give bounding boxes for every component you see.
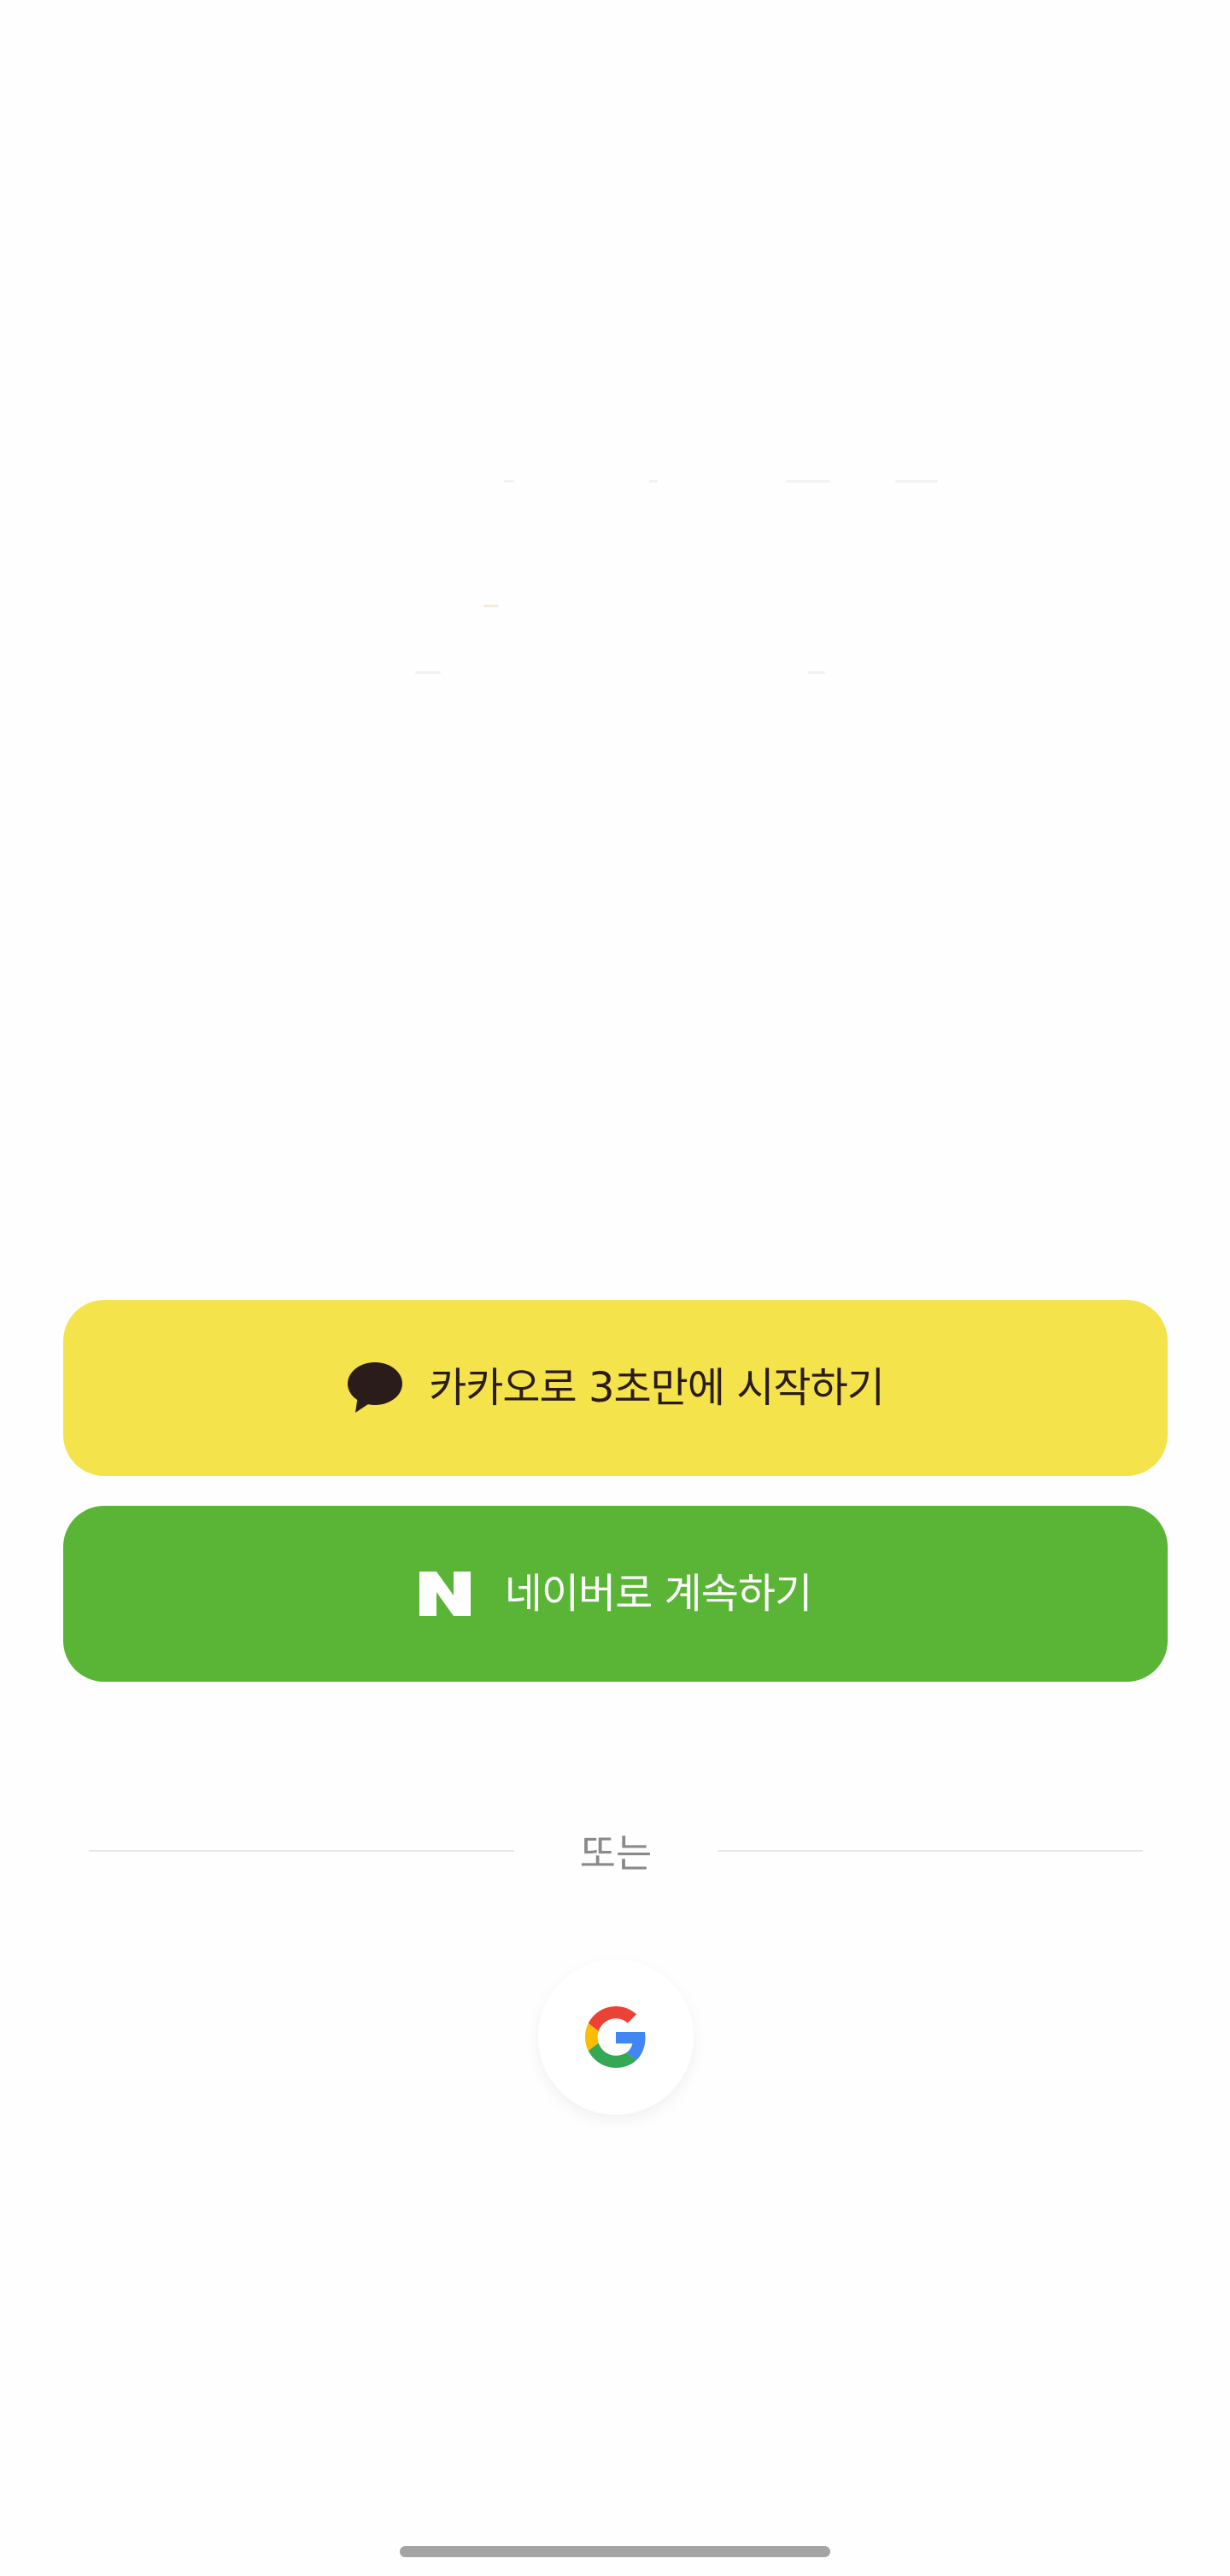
google-login-button[interactable]	[538, 1959, 694, 2115]
speech-bubble-icon	[348, 1362, 403, 1413]
google-g-icon	[585, 2006, 646, 2068]
divider-line-right	[718, 1850, 1143, 1852]
kakao-login-button[interactable]: 카카오로 3초만에 시작하기	[63, 1300, 1168, 1476]
naver-login-button[interactable]: 네이버로 계속하기	[63, 1506, 1168, 1682]
logo-artifact	[649, 480, 658, 483]
login-screen: 카카오로 3초만에 시작하기 네이버로 계속하기 또는	[0, 0, 1230, 2576]
logo-artifact	[483, 605, 499, 607]
logo-artifact	[808, 671, 825, 674]
logo-artifact	[786, 480, 830, 483]
naver-login-label: 네이버로 계속하기	[504, 1570, 813, 1618]
kakao-login-label: 카카오로 3초만에 시작하기	[429, 1364, 885, 1412]
naver-n-icon	[419, 1572, 471, 1616]
logo-artifact	[895, 480, 938, 483]
or-divider: 또는	[89, 1819, 1143, 1879]
logo-artifact	[504, 480, 514, 483]
logo-artifact	[415, 671, 441, 674]
home-indicator[interactable]	[400, 2546, 830, 2557]
